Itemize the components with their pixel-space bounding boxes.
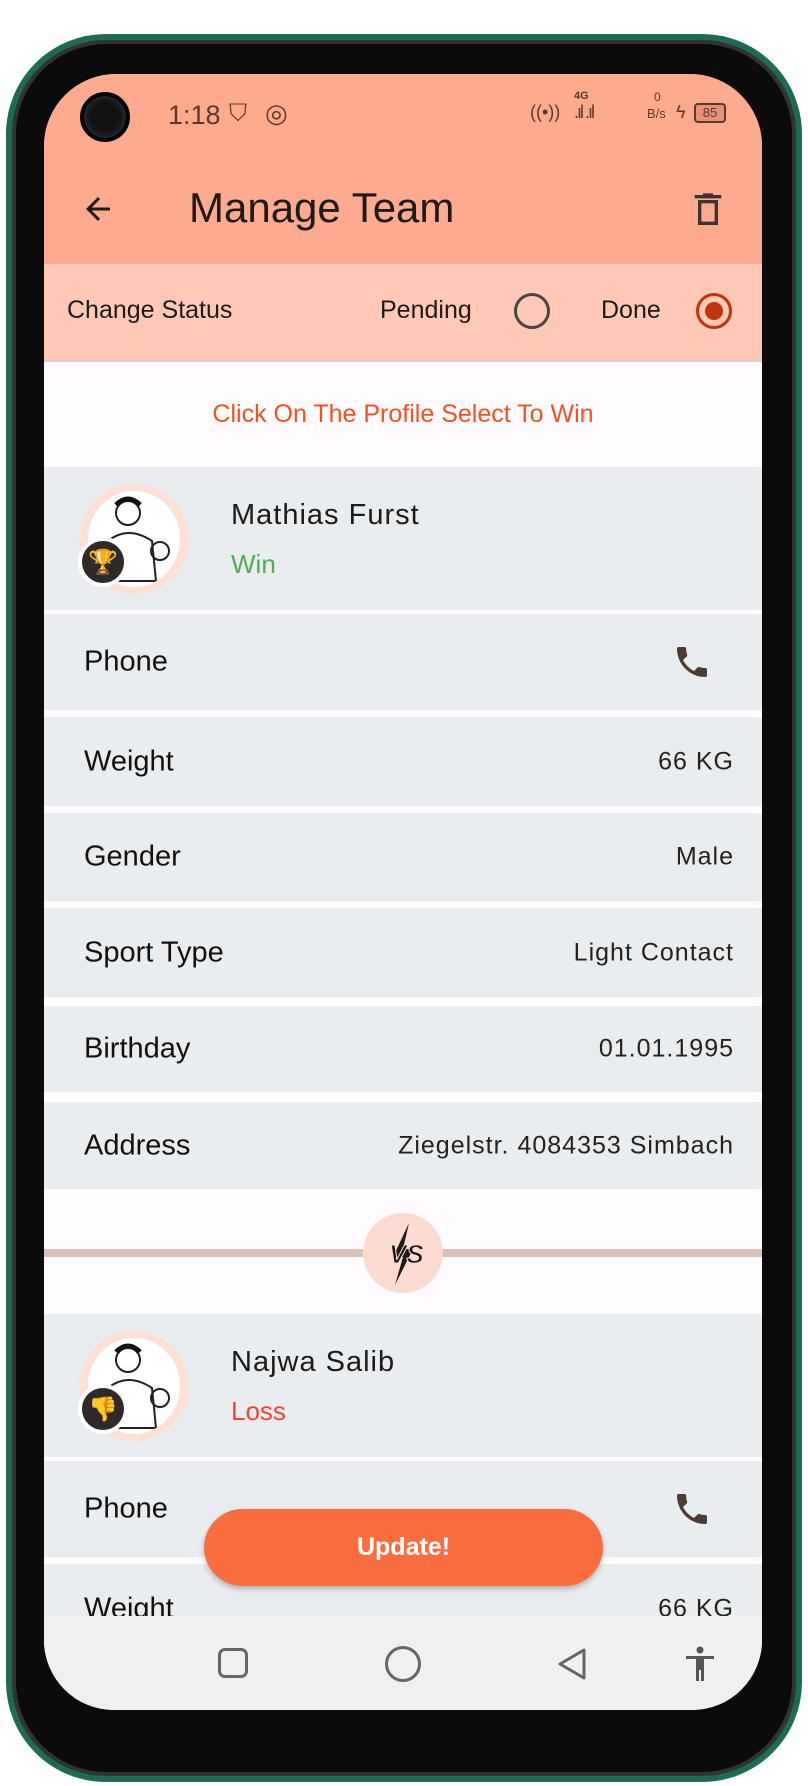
field-row-sport-type: Sport Type Light Contact: [44, 908, 762, 997]
screen: 1:18 ⛉ ◎ ((•)) 4G .ıl .ıl 0 B/s ϟ 85 Man…: [44, 74, 762, 1710]
home-icon[interactable]: [385, 1646, 421, 1682]
page-title: Manage Team: [189, 184, 455, 231]
status-bar: 1:18 ⛉ ◎ ((•)) 4G .ıl .ıl 0 B/s ϟ 85: [44, 74, 762, 154]
status-label: Change Status: [67, 296, 233, 324]
recents-icon[interactable]: [218, 1648, 248, 1678]
shield-icon: ⛉: [229, 100, 247, 127]
field-label: Phone: [84, 1492, 168, 1525]
sync-icon: ◎: [265, 98, 288, 128]
player-result: Loss: [231, 1396, 286, 1426]
field-value: Light Contact: [573, 938, 734, 966]
signal-icon: .ıl .ıl: [574, 102, 595, 122]
trophy-icon: 🏆: [78, 537, 128, 587]
phone-icon[interactable]: [672, 642, 712, 682]
player-name: Najwa Salib: [231, 1346, 396, 1378]
field-label: Weight: [84, 745, 174, 777]
field-label: Birthday: [84, 1032, 191, 1065]
field-row-gender: Gender Male: [44, 813, 762, 901]
done-radio[interactable]: [696, 293, 732, 329]
hotspot-icon: ((•)): [530, 102, 561, 122]
camera-cutout: [80, 92, 130, 142]
accessibility-icon[interactable]: [684, 1646, 716, 1682]
phone-icon[interactable]: [672, 1489, 712, 1529]
back-icon[interactable]: [556, 1646, 588, 1682]
player-name: Mathias Furst: [231, 499, 420, 531]
pending-label[interactable]: Pending: [380, 296, 472, 325]
system-nav-bar: [44, 1616, 762, 1710]
field-value: 01.01.1995: [598, 1034, 734, 1063]
pending-radio[interactable]: [514, 293, 550, 329]
status-time: 1:18: [168, 100, 221, 130]
field-row-phone: Phone: [44, 614, 762, 710]
field-row-birthday: Birthday 01.01.1995: [44, 1006, 762, 1092]
net-speed-unit: B/s: [647, 106, 666, 121]
player-result: Win: [231, 549, 276, 579]
hint-text: Click On The Profile Select To Win: [212, 400, 594, 428]
player-card[interactable]: 👎 Najwa Salib Loss: [44, 1314, 762, 1457]
network-type: 4G: [574, 90, 589, 102]
field-label: Sport Type: [84, 936, 224, 968]
update-button[interactable]: Update!: [204, 1509, 603, 1586]
status-row: Change Status Pending Done: [44, 264, 762, 362]
field-label: Gender: [84, 840, 181, 873]
battery-level: 85: [694, 103, 726, 123]
trash-icon[interactable]: [688, 188, 728, 232]
charging-icon: ϟ: [676, 102, 686, 122]
arrow-left-icon[interactable]: [80, 191, 116, 227]
net-speed: 0: [654, 90, 661, 104]
field-row-weight: Weight 66 KG: [44, 717, 762, 806]
vs-icon: VS: [363, 1213, 443, 1293]
vs-label: VS: [389, 1239, 424, 1269]
thumbs-down-icon: 👎: [78, 1384, 128, 1434]
field-row-address: Address Ziegelstr. 4084353 Simbach: [44, 1102, 762, 1189]
field-value: 66 KG: [658, 747, 734, 775]
player-card[interactable]: 🏆 Mathias Furst Win: [44, 467, 762, 610]
field-value: Male: [675, 842, 734, 871]
done-label[interactable]: Done: [601, 296, 661, 325]
field-label: Phone: [84, 645, 168, 678]
field-label: Address: [84, 1129, 191, 1161]
field-value: Ziegelstr. 4084353 Simbach: [398, 1131, 734, 1159]
